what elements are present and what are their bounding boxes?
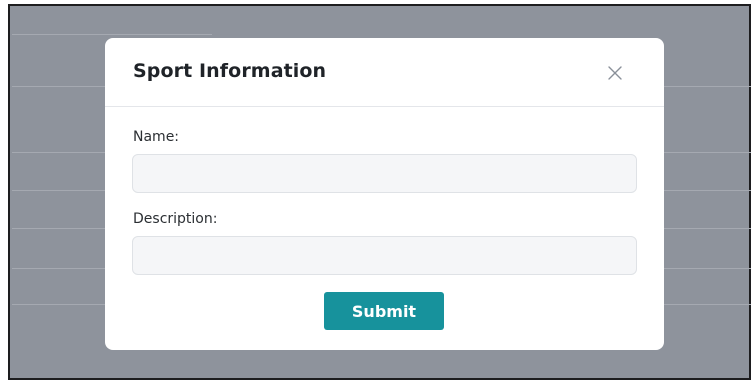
submit-button[interactable]: Submit [324,292,444,330]
modal-title: Sport Information [133,60,327,82]
close-icon [608,66,622,80]
screen: Sport Information Name: Description: Sub… [0,0,753,382]
background-divider [12,34,212,35]
name-input[interactable] [132,154,637,193]
name-label: Name: [133,129,180,145]
description-label: Description: [133,211,218,227]
modal-header: Sport Information [105,38,664,107]
description-input[interactable] [132,236,637,275]
sport-information-modal: Sport Information Name: Description: Sub… [105,38,664,350]
close-button[interactable] [604,62,626,84]
